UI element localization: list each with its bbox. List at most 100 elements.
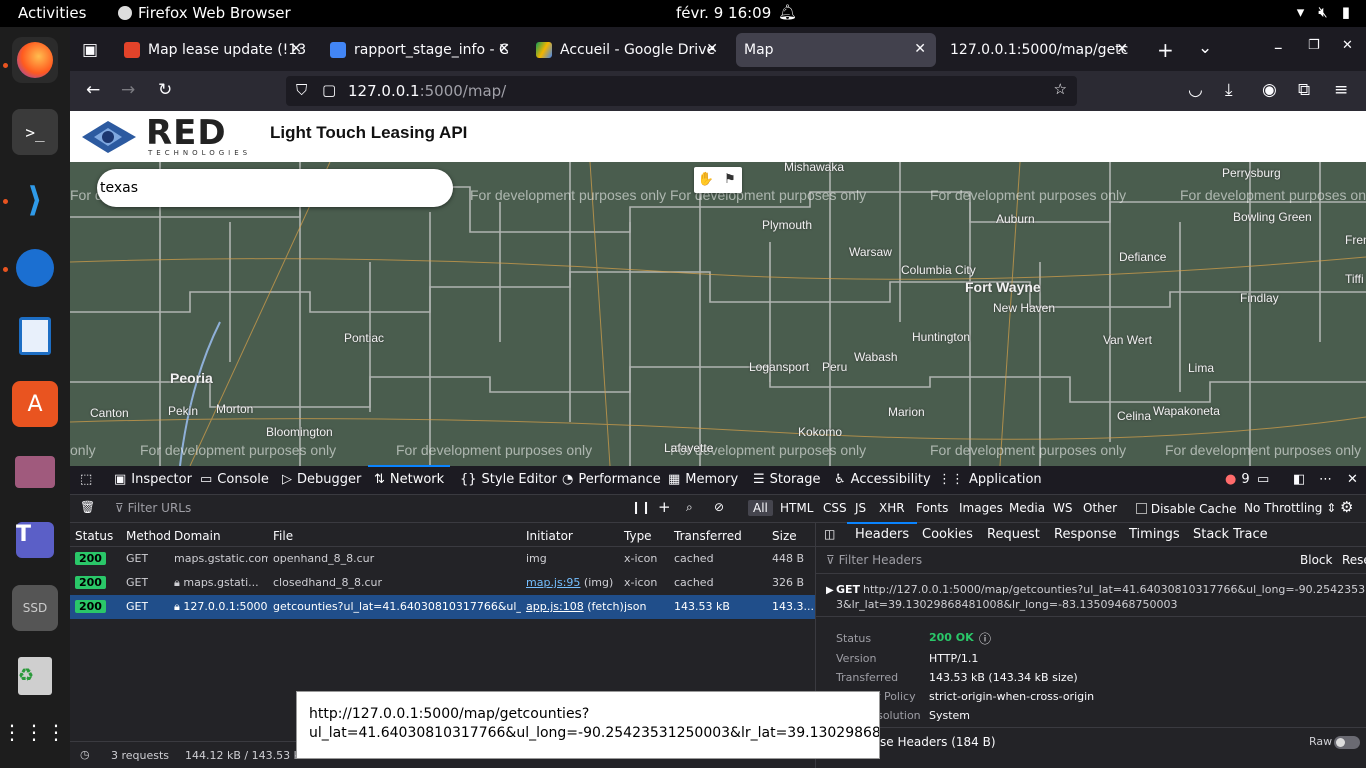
vscode-icon[interactable]: ⟩	[12, 177, 58, 223]
close-tab-icon[interactable]: ✕	[1116, 41, 1128, 57]
tab-rapport-stage[interactable]: rapport_stage_info - C ✕	[322, 33, 520, 67]
tab-network[interactable]: ⇅ Network	[367, 465, 451, 487]
disable-cache-checkbox[interactable]: Disable Cache	[1136, 502, 1236, 516]
map-view[interactable]: For development purposes only For develo…	[70, 162, 1366, 466]
teams-icon[interactable]: T	[12, 517, 58, 563]
column-method[interactable]: Method	[126, 529, 171, 543]
tab-accessibility[interactable]: ♿︎ Accessibility	[834, 472, 931, 487]
tab-getcounties[interactable]: 127.0.0.1:5000/map/getc ✕	[942, 33, 1138, 67]
column-transferred[interactable]: Transferred	[674, 529, 742, 543]
new-tab-icon[interactable]: +	[1157, 38, 1174, 62]
settings-gear-icon[interactable]: ⚙	[1340, 498, 1353, 516]
downloads-icon[interactable]: ⤓	[1225, 80, 1233, 100]
show-apps-grid-icon[interactable]: ⋮⋮⋮	[2, 709, 66, 755]
libreoffice-writer-icon[interactable]	[12, 313, 58, 359]
clock[interactable]: févr. 9 16:09	[676, 4, 771, 22]
firefox-dock-icon[interactable]	[12, 37, 58, 83]
ssd-drive-icon[interactable]: SSD	[12, 585, 58, 631]
tab-timings[interactable]: Timings	[1129, 527, 1180, 542]
tab-google-drive[interactable]: Accueil - Google Drive ✕	[528, 33, 728, 67]
close-tab-icon[interactable]: ✕	[498, 41, 510, 57]
performance-analysis-icon[interactable]: ◷	[80, 748, 90, 761]
block-button[interactable]: Block	[1300, 553, 1332, 567]
thunderbird-icon[interactable]	[12, 245, 58, 291]
terminal-icon[interactable]: >_	[12, 109, 58, 155]
tab-headers[interactable]: Headers	[846, 522, 918, 542]
tab-inspector[interactable]: ▣ Inspector	[114, 472, 192, 487]
tab-console[interactable]: ▭ Console	[200, 472, 269, 487]
clear-trash-icon[interactable]: 🗑︎	[80, 500, 95, 514]
url-bar[interactable]: ⛉ ▢ 127.0.0.1:5000/map/ ☆	[286, 76, 1077, 106]
tab-style-editor[interactable]: {} Style Editor	[460, 472, 557, 487]
filter-js[interactable]: JS	[850, 500, 871, 516]
resend-button[interactable]: Resend	[1342, 553, 1366, 567]
app-center-icon[interactable]: A	[12, 381, 58, 427]
forward-icon[interactable]: →	[121, 80, 135, 100]
close-tab-icon[interactable]: ✕	[914, 41, 926, 57]
filter-headers-input[interactable]: ⊽ Filter Headers	[826, 553, 922, 567]
block-icon[interactable]: ⊘	[714, 500, 724, 514]
tab-response[interactable]: Response	[1054, 527, 1116, 542]
tab-map-lease-update[interactable]: Map lease update (!13 ✕	[116, 33, 312, 67]
column-initiator[interactable]: Initiator	[526, 529, 573, 543]
tab-application[interactable]: ⋮⋮ Application	[938, 472, 1042, 487]
filter-html[interactable]: HTML	[775, 500, 818, 516]
trash-icon[interactable]: ♻	[12, 653, 58, 699]
column-domain[interactable]: Domain	[174, 529, 221, 543]
responsive-mode-icon[interactable]: ▭	[1257, 472, 1269, 487]
pocket-icon[interactable]: ◡	[1188, 80, 1203, 100]
tab-storage[interactable]: ☰ Storage	[753, 472, 821, 487]
activities-button[interactable]: Activities	[18, 4, 86, 22]
element-picker-icon[interactable]: ⬚	[80, 472, 92, 487]
tab-stack-trace[interactable]: Stack Trace	[1193, 527, 1268, 542]
account-icon[interactable]: ◉	[1262, 80, 1277, 100]
restore-icon[interactable]: ❐	[1308, 38, 1320, 53]
filter-all[interactable]: All	[748, 500, 773, 516]
filter-other[interactable]: Other	[1078, 500, 1122, 516]
location-search-input[interactable]: texas	[97, 169, 453, 207]
table-row[interactable]: 200 GET 🔒︎ maps.gstati... closedhand_8_8…	[70, 571, 815, 595]
filter-images[interactable]: Images	[954, 500, 1008, 516]
pause-icon[interactable]: ❙❙	[631, 500, 651, 514]
tab-debugger[interactable]: ▷ Debugger	[282, 472, 361, 487]
table-row[interactable]: 200 GET 🔒︎ 127.0.0.1:5000 getcounties?ul…	[70, 595, 815, 619]
files-icon[interactable]	[12, 449, 58, 495]
filter-ws[interactable]: WS	[1048, 500, 1077, 516]
extensions-icon[interactable]: ⧉	[1298, 80, 1310, 100]
system-tray[interactable]: ▾ 🔇︎ ▮	[1297, 3, 1350, 21]
toggle-sidebar-icon[interactable]: ◫	[824, 527, 835, 541]
minimize-icon[interactable]: –	[1274, 38, 1283, 58]
app-menu[interactable]: Firefox Web Browser	[118, 4, 291, 22]
bookmark-star-icon[interactable]: ☆	[1054, 80, 1067, 98]
add-icon[interactable]: +	[658, 498, 671, 516]
filter-urls-input[interactable]: ⊽ Filter URLs	[115, 501, 191, 515]
tab-memory[interactable]: ▦ Memory	[668, 472, 738, 487]
filter-xhr[interactable]: XHR	[874, 500, 910, 516]
firefox-view-icon[interactable]: ▣	[82, 40, 98, 60]
column-status[interactable]: Status	[75, 529, 113, 543]
search-icon[interactable]: ⌕	[686, 500, 693, 515]
filter-media[interactable]: Media	[1004, 500, 1050, 516]
tab-map[interactable]: Map ✕	[736, 33, 936, 67]
page-info-icon[interactable]: ▢	[322, 81, 336, 99]
reload-icon[interactable]: ↻	[158, 80, 172, 100]
close-tab-icon[interactable]: ✕	[290, 41, 302, 57]
column-size[interactable]: Size	[772, 529, 797, 543]
column-file[interactable]: File	[273, 529, 293, 543]
table-row[interactable]: 200 GET maps.gstatic.com openhand_8_8.cu…	[70, 547, 815, 571]
help-icon[interactable]: ⓘ	[979, 630, 991, 647]
error-count[interactable]: ● 9	[1225, 472, 1250, 487]
menu-icon[interactable]: ≡	[1334, 80, 1348, 100]
tab-list-chevron-icon[interactable]: ⌄	[1198, 38, 1212, 58]
expand-arrow-icon[interactable]: ▶	[826, 585, 834, 596]
close-devtools-icon[interactable]: ✕	[1347, 472, 1358, 487]
column-type[interactable]: Type	[624, 529, 652, 543]
dock-side-icon[interactable]: ◧	[1293, 472, 1305, 487]
draw-shape-icon[interactable]: ⚑	[718, 167, 742, 193]
shield-icon[interactable]: ⛉	[296, 81, 307, 99]
more-options-icon[interactable]: ⋯	[1319, 472, 1332, 487]
tab-request[interactable]: Request	[987, 527, 1040, 542]
initiator-link[interactable]: app.js:108	[526, 600, 584, 613]
close-window-icon[interactable]: ✕	[1342, 38, 1353, 53]
tab-cookies[interactable]: Cookies	[922, 527, 973, 542]
